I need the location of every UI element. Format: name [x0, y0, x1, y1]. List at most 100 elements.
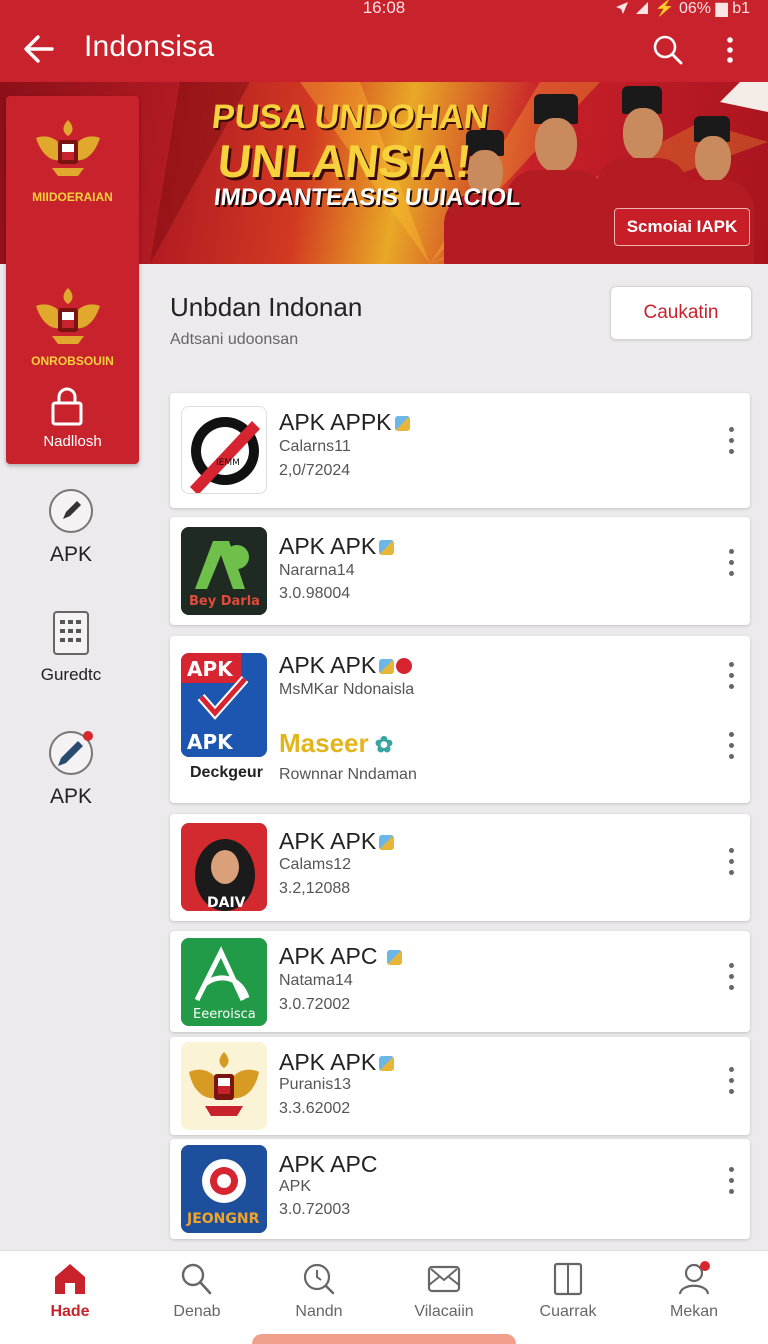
back-arrow-icon[interactable] — [22, 32, 56, 66]
banner-subheadline: IMDOANTEASIS UUIACIOL — [212, 184, 523, 211]
bottom-navigation: Hade Denab Nandn Vilacaiin Cuarrak Mekan — [0, 1250, 768, 1344]
nav-label: Cuarrak — [539, 1303, 597, 1320]
nav-vilacaiin[interactable]: Vilacaiin — [384, 1261, 504, 1321]
thumb-text: Bey Darla — [189, 594, 260, 609]
app-thumbnail — [181, 1042, 267, 1130]
app-version: 3.3.62002 — [279, 1100, 351, 1117]
section-title: Unbdan Indonan — [170, 292, 363, 322]
item-menu-icon[interactable] — [726, 848, 736, 888]
app-logo-icon: JEONGNR — [181, 1145, 267, 1233]
clock-search-icon — [303, 1263, 335, 1295]
home-indicator — [252, 1334, 516, 1344]
nav-home[interactable]: Hade — [10, 1261, 130, 1321]
app-thumbnail: APK APK — [181, 653, 267, 757]
location-icon — [615, 2, 628, 14]
garuda-emblem-icon — [36, 288, 100, 344]
list-item[interactable]: IEMM APK APPK Calarns11 2,0/72024 — [170, 393, 750, 508]
sidebar-item-label: APK — [49, 543, 93, 566]
status-indicators: ⚡ 06% ▆ b1 — [615, 0, 750, 18]
list-item[interactable]: APK APK Deckgeur APK APK MsMKar Ndonaisl… — [170, 636, 750, 803]
app-logo-icon: IEMM — [190, 417, 260, 493]
verified-cube-icon — [379, 1056, 395, 1071]
pen-circle-icon — [49, 489, 93, 533]
sidebar-item-guredtc[interactable]: Guredtc — [0, 610, 142, 685]
item-menu-icon[interactable] — [726, 549, 736, 589]
app-thumbnail: IEMM — [181, 406, 267, 494]
list-item[interactable]: Eeeroisca APK APC Natama14 3.0.72002 — [170, 931, 750, 1032]
app-title: APK APK — [279, 1049, 395, 1076]
app-version: 2,0/72024 — [279, 462, 351, 479]
section-action-button[interactable]: Caukatin — [610, 286, 752, 340]
app-version: 3.0.72002 — [279, 996, 351, 1013]
app-title: APK APK — [279, 533, 395, 560]
thumb-text: IEMM — [216, 458, 240, 468]
thumb-text-top: APK — [187, 657, 234, 681]
app-title: APK APK — [279, 652, 413, 679]
app-thumbnail: JEONGNR — [181, 1145, 267, 1233]
app-version: 3.2,12088 — [279, 880, 351, 897]
sidebar-item-apk-2[interactable]: APK — [0, 730, 142, 809]
search-icon — [181, 1263, 212, 1295]
emblem-caption: MIIDOERAIAN — [32, 190, 113, 204]
banner-cta-button[interactable]: Scmoiai IAPK — [614, 208, 750, 246]
app-title: APK APK — [279, 828, 395, 855]
sidebar-item-label: APK — [49, 785, 93, 808]
app-developer: MsMKar Ndonaisla — [279, 681, 415, 698]
nav-nandn[interactable]: Nandn — [259, 1261, 379, 1321]
pencil-circle-icon — [49, 731, 93, 775]
garuda-emblem-icon — [181, 1042, 267, 1130]
app-logo-icon: APK APK — [181, 653, 267, 757]
overflow-menu-icon[interactable] — [718, 34, 742, 66]
list-item[interactable]: Bey Darla APK APK Nararna14 3.0.98004 — [170, 517, 750, 625]
thumb-text: JEONGNR — [186, 1211, 260, 1227]
thumb-text: DAIV — [207, 895, 246, 911]
app-logo-icon: DAIV — [181, 823, 267, 911]
nav-cuarrak[interactable]: Cuarrak — [508, 1261, 628, 1321]
lock-icon[interactable] — [50, 386, 84, 426]
battery-text: ⚡ 06% ▆ b1 — [654, 0, 750, 17]
brand-leaf-icon: ✿ — [368, 732, 394, 757]
brand-logo-text: Maseer ✿ — [279, 728, 394, 758]
sidebar-item-label: Guredtc — [40, 665, 102, 684]
sidebar-lock-label[interactable]: Nadllosh — [6, 433, 139, 450]
emblem-caption: ONROBSOUIN — [31, 354, 114, 368]
verified-cube-icon — [387, 950, 403, 965]
item-menu-icon[interactable] — [726, 1167, 736, 1207]
nav-search[interactable]: Denab — [137, 1261, 257, 1321]
nav-label: Hade — [50, 1303, 90, 1320]
item-menu-icon[interactable] — [726, 732, 736, 772]
section-subtitle: Adtsani udoonsan — [170, 331, 299, 348]
app-title: APK APC — [279, 943, 403, 970]
item-menu-icon[interactable] — [726, 662, 736, 702]
app-developer: Nararna14 — [279, 562, 355, 579]
keypad-icon — [53, 611, 89, 655]
badge-icon — [396, 658, 413, 674]
app-developer: APK — [279, 1178, 312, 1195]
item-menu-icon[interactable] — [726, 963, 736, 1003]
nav-label: Vilacaiin — [414, 1303, 474, 1320]
app-thumbnail: Eeeroisca — [181, 938, 267, 1026]
item-menu-icon[interactable] — [726, 427, 736, 467]
app-developer: Calams12 — [279, 856, 352, 873]
list-item[interactable]: APK APK Puranis13 3.3.62002 — [170, 1037, 750, 1135]
signal-icon — [635, 2, 648, 14]
item-menu-icon[interactable] — [726, 1067, 736, 1107]
sidebar-item-apk[interactable]: APK — [0, 488, 142, 567]
nav-label: Nandn — [295, 1303, 343, 1320]
profile-icon — [678, 1261, 710, 1295]
nav-label: Denab — [173, 1303, 221, 1320]
verified-cube-icon — [379, 659, 395, 674]
app-developer: Puranis13 — [279, 1076, 352, 1093]
app-version: 3.0.72003 — [279, 1201, 351, 1218]
book-icon — [553, 1262, 583, 1296]
list-item[interactable]: DAIV APK APK Calams12 3.2,12088 — [170, 814, 750, 921]
app-developer: Natama14 — [279, 972, 353, 989]
list-item[interactable]: JEONGNR APK APC APK 3.0.72003 — [170, 1139, 750, 1239]
app-title: APK APPK — [279, 409, 410, 436]
verified-cube-icon — [379, 540, 395, 555]
home-icon — [55, 1264, 85, 1294]
nav-profile[interactable]: Mekan — [634, 1261, 754, 1321]
app-thumbnail: Bey Darla — [181, 527, 267, 615]
search-icon[interactable] — [652, 34, 684, 66]
verified-cube-icon — [394, 416, 410, 431]
